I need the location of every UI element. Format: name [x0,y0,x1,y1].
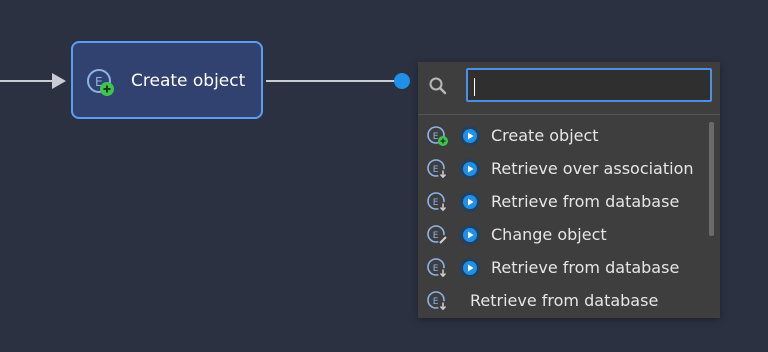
retrieve-icon: E [426,191,450,219]
incoming-flow-line[interactable] [0,80,56,82]
list-scrollbar[interactable] [709,122,714,236]
play-icon [458,124,482,152]
list-item-label: Retrieve from database [470,291,659,310]
svg-text:E: E [433,297,439,307]
action-picker-popup: E Create object E Retrieve over associat… [418,62,720,318]
retrieve-icon: E [426,257,450,285]
retrieve-icon: E [426,158,450,186]
list-item[interactable]: E Retrieve from database [418,252,708,285]
list-item-label: Create object [491,126,599,145]
list-item[interactable]: E Retrieve over association [418,153,708,186]
connector-handle[interactable] [394,73,410,89]
text-caret [474,78,475,96]
list-item-label: Change object [491,225,607,244]
create-object-icon: E [85,68,119,106]
play-icon [458,256,482,284]
create-object-action-node[interactable]: E Create object [71,41,263,119]
list-item[interactable]: E Change object [418,219,708,252]
svg-text:E: E [433,132,439,142]
svg-text:E: E [433,165,439,175]
search-icon [428,76,448,100]
create-object-icon: E [426,125,450,153]
list-item[interactable]: E Create object [418,120,708,153]
play-icon [458,157,482,185]
microflow-canvas[interactable]: E Create object E Create object E Retrie… [0,0,768,352]
list-item-label: Retrieve from database [491,192,680,211]
action-list: E Create object E Retrieve over associat… [418,120,708,318]
svg-text:E: E [433,264,439,274]
list-item-label: Retrieve over association [491,159,694,178]
svg-text:E: E [433,198,439,208]
search-input[interactable] [466,68,712,102]
play-icon [458,223,482,251]
flow-arrow-head [52,73,66,89]
outgoing-flow-line[interactable] [266,80,397,82]
retrieve-icon: E [426,290,450,318]
list-item[interactable]: E Retrieve from database [418,186,708,219]
node-label: Create object [131,71,246,91]
change-object-icon: E [426,224,450,252]
play-icon [458,190,482,218]
search-row [418,62,720,115]
list-item-label: Retrieve from database [491,258,680,277]
svg-text:E: E [433,231,439,241]
list-item[interactable]: E Retrieve from database [418,285,708,318]
